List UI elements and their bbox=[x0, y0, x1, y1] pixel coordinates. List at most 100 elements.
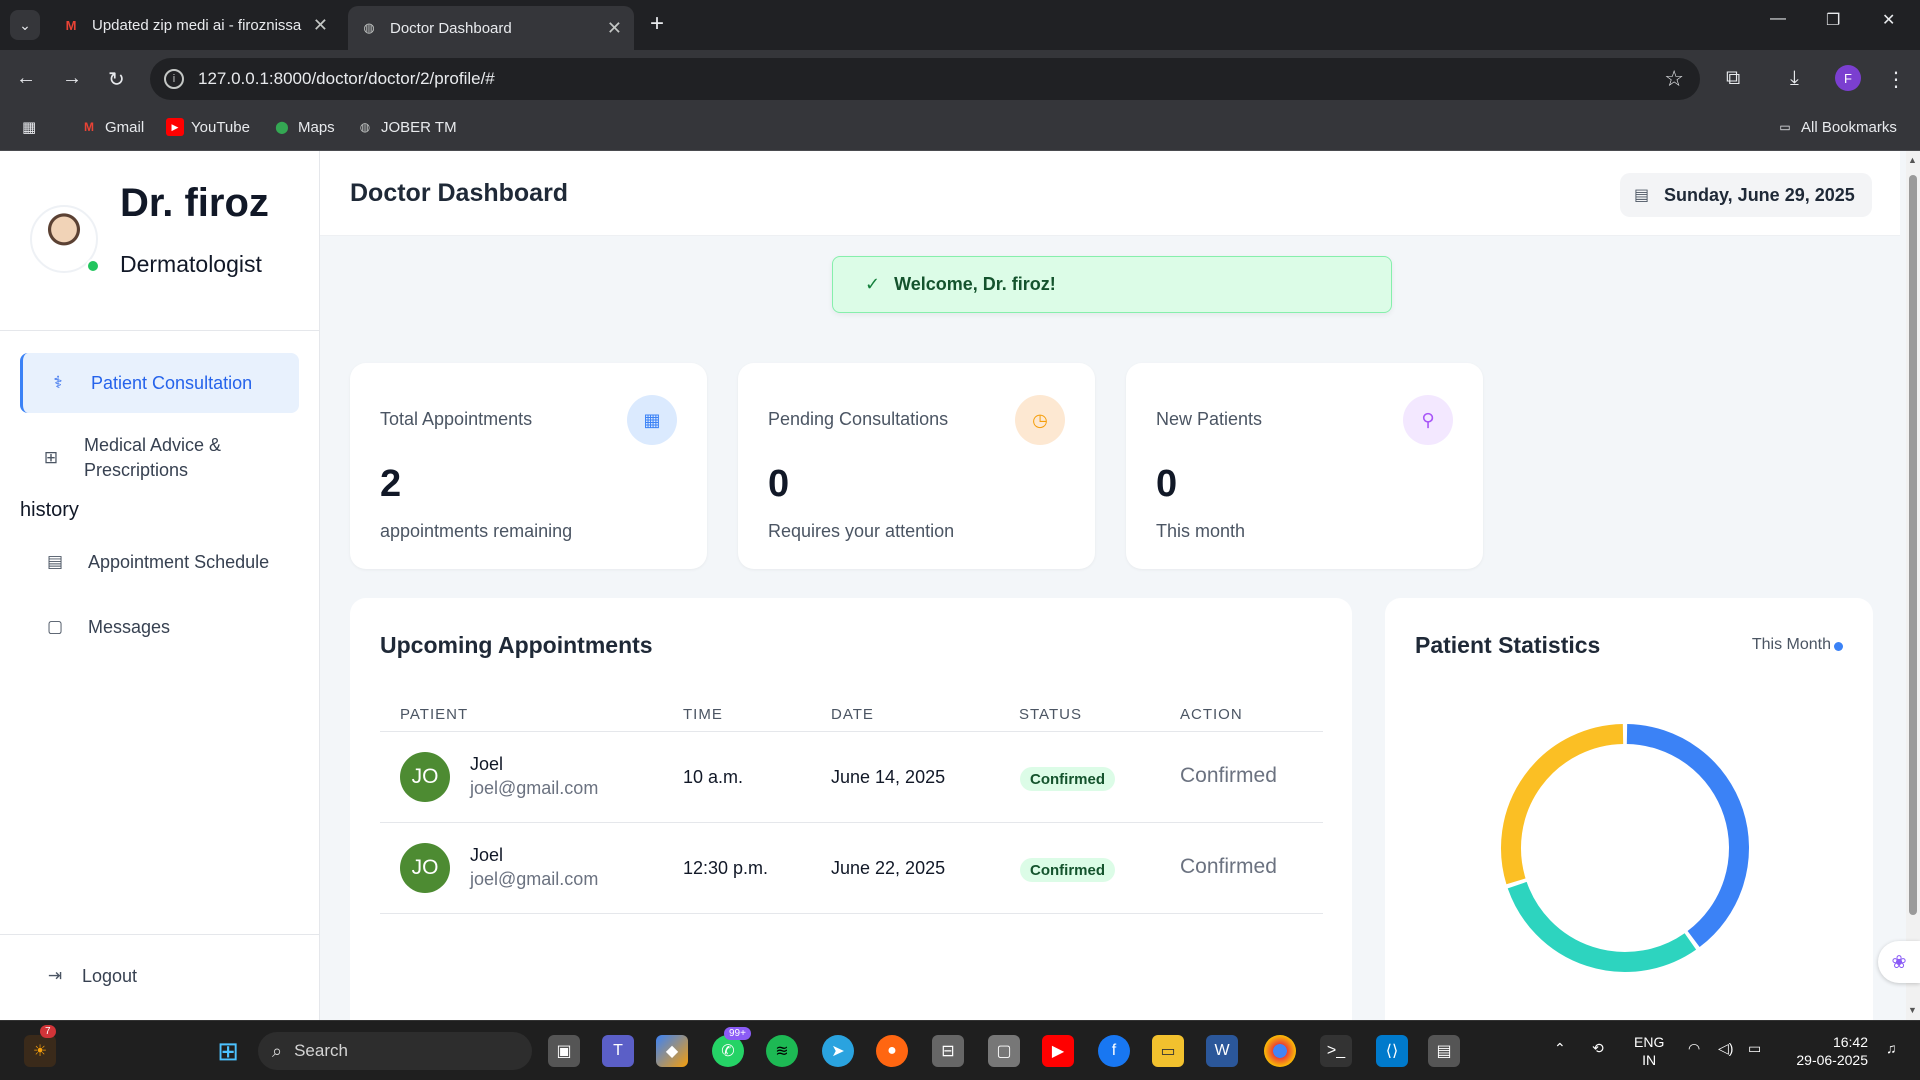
back-icon[interactable]: ← bbox=[16, 67, 36, 90]
logout-button[interactable]: ⇥ Logout bbox=[44, 965, 137, 987]
window-close-icon[interactable]: ✕ bbox=[1882, 10, 1895, 30]
table-row[interactable]: JO Joel joel@gmail.com 10 a.m. June 14, … bbox=[380, 732, 1323, 823]
clock[interactable]: 16:42 29-06-2025 bbox=[1786, 1033, 1868, 1069]
patient-email: joel@gmail.com bbox=[470, 778, 599, 798]
stray-history-text: history bbox=[20, 499, 79, 521]
donut-segment-2[interactable] bbox=[1501, 724, 1624, 885]
word-icon[interactable]: W bbox=[1206, 1035, 1238, 1067]
appointment-time: 12:30 p.m. bbox=[683, 858, 769, 878]
widgets-badge: 7 bbox=[40, 1025, 56, 1038]
address-bar[interactable]: i 127.0.0.1:8000/doctor/doctor/2/profile… bbox=[150, 58, 1700, 100]
scrollbar-thumb[interactable] bbox=[1909, 175, 1917, 915]
appointment-time: 10 a.m. bbox=[683, 767, 744, 787]
tab-title: Updated zip medi ai - firoznissa bbox=[92, 16, 302, 34]
scroll-up-icon[interactable]: ▲ bbox=[1908, 155, 1917, 165]
copilot-icon[interactable]: ◆ bbox=[656, 1035, 688, 1067]
appointment-date: June 14, 2025 bbox=[831, 767, 946, 787]
bookmark-youtube[interactable]: ▶ YouTube bbox=[166, 118, 250, 136]
language-text: ENG bbox=[1634, 1034, 1665, 1050]
sidebar-item-appointment-schedule[interactable]: ▤ Appointment Schedule bbox=[44, 551, 269, 573]
file-explorer-icon[interactable]: ▭ bbox=[1152, 1035, 1184, 1067]
donut-segment-0[interactable] bbox=[1626, 724, 1749, 948]
tab-gmail[interactable]: M Updated zip medi ai - firoznissa ✕ bbox=[50, 8, 340, 42]
user-plus-icon: ⚲ bbox=[1403, 395, 1453, 445]
page-scrollbar[interactable]: ▲ ▼ bbox=[1906, 151, 1920, 1020]
legend-dot bbox=[1834, 642, 1843, 651]
period-label[interactable]: This Month bbox=[1752, 636, 1831, 654]
download-icon[interactable]: ⤓ bbox=[1790, 67, 1799, 90]
folder-icon: ▭ bbox=[1779, 120, 1791, 134]
youtube-icon: ▶ bbox=[166, 118, 184, 136]
new-tab-button[interactable]: + bbox=[650, 10, 664, 38]
task-view-icon[interactable]: ▣ bbox=[548, 1035, 580, 1067]
bookmark-maps[interactable]: ⬤ Maps bbox=[273, 118, 334, 136]
show-hidden-icons[interactable]: ⌃ bbox=[1554, 1039, 1566, 1057]
extensions-icon[interactable]: ⧉ bbox=[1726, 67, 1740, 90]
page-header: Doctor Dashboard ▤ Sunday, June 29, 2025 bbox=[320, 151, 1900, 236]
page-viewport: Dr. firoz Dermatologist ⚕ Patient Consul… bbox=[0, 151, 1920, 1020]
url-text[interactable]: 127.0.0.1:8000/doctor/doctor/2/profile/# bbox=[198, 69, 495, 89]
taskbar-search[interactable]: ⌕ Search bbox=[258, 1032, 532, 1070]
teams-icon[interactable]: T bbox=[602, 1035, 634, 1067]
app-icon[interactable]: ▢ bbox=[988, 1035, 1020, 1067]
region-text: IN bbox=[1642, 1052, 1657, 1068]
sidebar-item-messages[interactable]: ▢ Messages bbox=[44, 616, 170, 638]
bookmark-gmail[interactable]: M Gmail bbox=[80, 118, 144, 136]
current-date: ▤ Sunday, June 29, 2025 bbox=[1620, 173, 1872, 217]
facebook-icon[interactable]: f bbox=[1098, 1035, 1130, 1067]
chrome-icon[interactable] bbox=[1264, 1035, 1296, 1067]
all-bookmarks[interactable]: ▭ All Bookmarks bbox=[1776, 118, 1897, 136]
patient-email: joel@gmail.com bbox=[470, 869, 599, 889]
tab-doctor-dashboard[interactable]: ◍ Doctor Dashboard ✕ bbox=[348, 6, 634, 50]
apps-icon[interactable]: ▦ bbox=[22, 118, 36, 136]
widgets-icon[interactable]: ☀ bbox=[24, 1035, 56, 1067]
menu-icon[interactable]: ⋮ bbox=[1886, 67, 1906, 92]
action-status: Confirmed bbox=[1180, 764, 1277, 787]
app-icon[interactable]: ▤ bbox=[1428, 1035, 1460, 1067]
brain-extension-icon[interactable]: ❀ bbox=[1878, 941, 1920, 983]
column-header: STATUS bbox=[1019, 706, 1082, 723]
sync-icon[interactable]: ⟲ bbox=[1592, 1039, 1604, 1057]
donut-segment-1[interactable] bbox=[1507, 881, 1697, 972]
youtube-icon[interactable]: ▶ bbox=[1042, 1035, 1074, 1067]
bookmark-star-icon[interactable]: ☆ bbox=[1664, 66, 1684, 92]
vscode-icon[interactable]: ⟨⟩ bbox=[1376, 1035, 1408, 1067]
windows-start-icon[interactable]: ⊞ bbox=[212, 1035, 244, 1067]
telegram-icon[interactable]: ➤ bbox=[822, 1035, 854, 1067]
spotify-icon[interactable]: ≋ bbox=[766, 1035, 798, 1067]
language-indicator[interactable]: ENG IN bbox=[1634, 1033, 1664, 1069]
sidebar-item-medical-advice[interactable]: ⊞ Medical Advice & Prescriptions bbox=[40, 433, 280, 483]
upcoming-appointments-panel: Upcoming Appointments PATIENT TIME DATE … bbox=[350, 598, 1352, 1020]
clock-date: 29-06-2025 bbox=[1796, 1052, 1868, 1068]
tab-search-button[interactable]: ⌄ bbox=[10, 10, 40, 40]
appointment-date: June 22, 2025 bbox=[831, 858, 946, 878]
gmail-icon: M bbox=[65, 17, 77, 33]
reload-icon[interactable]: ↻ bbox=[108, 67, 125, 92]
table-row[interactable]: JO Joel joel@gmail.com 12:30 p.m. June 2… bbox=[380, 823, 1323, 914]
volume-icon[interactable]: ◁) bbox=[1718, 1039, 1733, 1057]
battery-icon[interactable]: ▭ bbox=[1748, 1039, 1761, 1057]
bookmark-jober[interactable]: ◍ JOBER TM bbox=[356, 118, 457, 136]
sidebar-item-patient-consultation[interactable]: ⚕ Patient Consultation bbox=[20, 353, 299, 413]
notifications-icon[interactable]: ♫ bbox=[1886, 1039, 1897, 1057]
scroll-down-icon[interactable]: ▼ bbox=[1908, 1005, 1917, 1015]
sidebar-item-label: Appointment Schedule bbox=[88, 551, 270, 572]
restore-icon[interactable]: ❐ bbox=[1826, 10, 1840, 30]
store-icon[interactable]: ⊟ bbox=[932, 1035, 964, 1067]
forward-icon[interactable]: → bbox=[62, 67, 82, 90]
maps-icon: ⬤ bbox=[275, 120, 289, 134]
terminal-icon[interactable]: >_ bbox=[1320, 1035, 1352, 1067]
patient-name: Joel bbox=[470, 845, 504, 865]
sidebar-item-label: Patient Consultation bbox=[91, 372, 253, 393]
stethoscope-icon: ⚕ bbox=[53, 373, 63, 392]
profile-avatar[interactable]: F bbox=[1835, 65, 1861, 91]
site-info-icon[interactable]: i bbox=[164, 69, 184, 89]
firefox-icon[interactable]: ● bbox=[876, 1035, 908, 1067]
wifi-icon[interactable]: ◠ bbox=[1688, 1039, 1700, 1057]
clock-time: 16:42 bbox=[1832, 1034, 1868, 1050]
close-icon[interactable]: ✕ bbox=[607, 18, 622, 39]
clock-icon: ◷ bbox=[1015, 395, 1065, 445]
close-icon[interactable]: ✕ bbox=[313, 15, 328, 36]
minimize-icon[interactable]: — bbox=[1770, 10, 1786, 28]
card-value: 0 bbox=[768, 463, 790, 505]
